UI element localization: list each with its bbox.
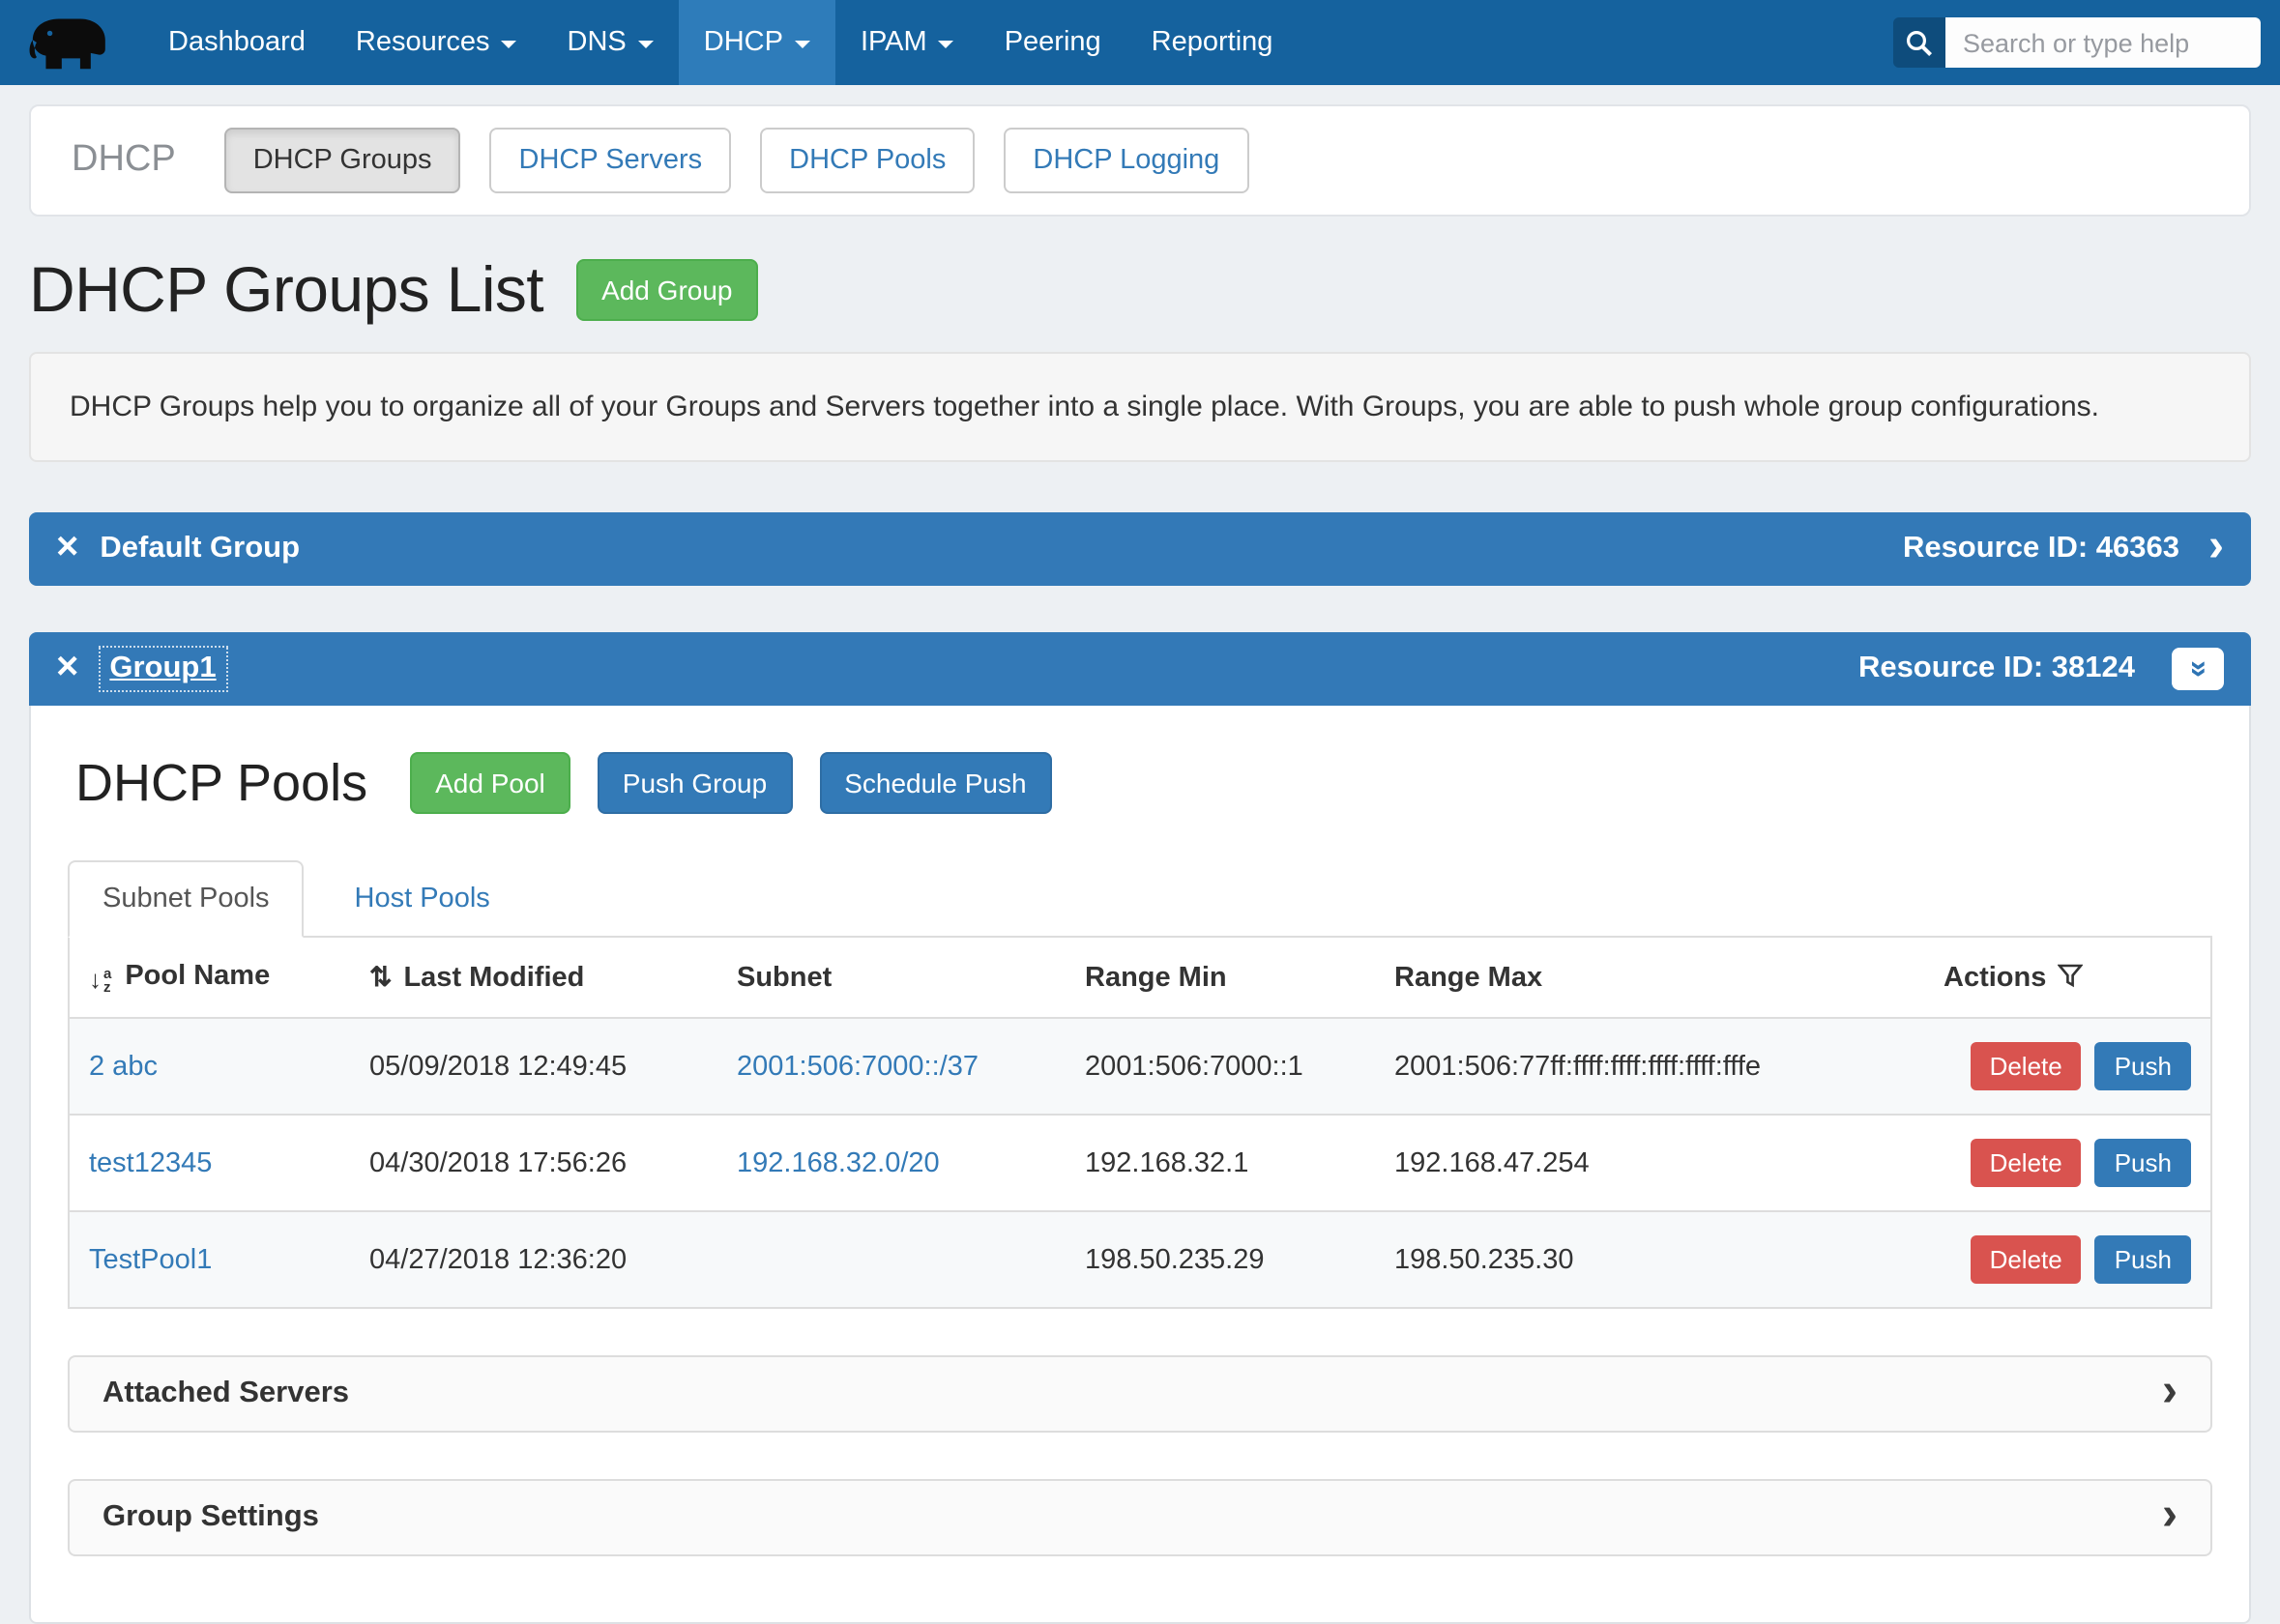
push-pool-button[interactable]: Push [2095, 1235, 2191, 1284]
caret-down-icon [795, 41, 810, 48]
nav-label: Peering [1005, 27, 1101, 58]
page-title: DHCP Groups List [29, 253, 543, 327]
delete-pool-button[interactable]: Delete [1971, 1235, 2082, 1284]
page-description: DHCP Groups help you to organize all of … [29, 352, 2251, 462]
caret-down-icon [502, 41, 517, 48]
resource-id-label: Resource ID: 38124 [1858, 652, 2135, 686]
search-icon [1905, 28, 1934, 57]
group-name-link[interactable]: Group1 [100, 648, 225, 690]
remove-group-icon[interactable]: × [56, 648, 78, 686]
group-header-default-group[interactable]: × Default Group Resource ID: 46363 › [29, 512, 2251, 586]
push-pool-button[interactable]: Push [2095, 1139, 2191, 1187]
collapse-group-button[interactable]: » [2172, 648, 2224, 690]
group-container-group1: × Group1 Resource ID: 38124 » DHCP Pools… [29, 632, 2251, 1624]
range-max-cell: 2001:506:77ff:ffff:ffff:ffff:ffff:fffe [1375, 1018, 1924, 1115]
tab-dhcp-pools[interactable]: DHCP Pools [760, 128, 975, 193]
breadcrumb-title: DHCP [72, 139, 176, 182]
group-header-group1[interactable]: × Group1 Resource ID: 38124 » [29, 632, 2251, 706]
caret-down-icon [939, 41, 954, 48]
push-group-button[interactable]: Push Group [598, 752, 792, 814]
delete-pool-button[interactable]: Delete [1971, 1139, 2082, 1187]
elephant-logo-icon [27, 14, 112, 72]
pool-name-link[interactable]: TestPool1 [89, 1244, 212, 1275]
tab-dhcp-groups[interactable]: DHCP Groups [224, 128, 461, 193]
table-header-row: ↓azPool Name ⇅Last Modified Subnet Range… [70, 938, 2210, 1018]
nav-label: IPAM [861, 27, 927, 58]
remove-group-icon[interactable]: × [56, 528, 78, 566]
nav-item-reporting[interactable]: Reporting [1126, 0, 1299, 85]
group1-panel: DHCP Pools Add Pool Push Group Schedule … [29, 706, 2251, 1624]
col-header-range-max[interactable]: Range Max [1375, 938, 1924, 1018]
last-modified-cell: 04/30/2018 17:56:26 [350, 1115, 717, 1211]
page-title-row: DHCP Groups List Add Group [29, 253, 2251, 327]
resource-id-label: Resource ID: 46363 [1903, 532, 2179, 566]
subnet-link[interactable]: 192.168.32.0/20 [737, 1147, 940, 1178]
chevron-right-icon: › [2162, 1492, 2178, 1538]
caret-down-icon [638, 41, 654, 48]
nav-label: DHCP [704, 27, 783, 58]
search-area [1893, 0, 2261, 85]
dhcp-subnav-card: DHCP DHCP Groups DHCP Servers DHCP Pools… [29, 104, 2251, 217]
attached-servers-section[interactable]: Attached Servers › [68, 1355, 2212, 1433]
nav-item-dhcp[interactable]: DHCP [679, 0, 835, 85]
sort-alpha-asc-icon: ↓az [89, 965, 111, 994]
sort-icon: ⇅ [369, 961, 392, 992]
nav-item-peering[interactable]: Peering [979, 0, 1126, 85]
last-modified-cell: 04/27/2018 12:36:20 [350, 1211, 717, 1307]
section-label: Attached Servers [102, 1377, 349, 1411]
section-label: Group Settings [102, 1500, 319, 1535]
add-pool-button[interactable]: Add Pool [410, 752, 570, 814]
subnet-link[interactable]: 2001:506:7000::/37 [737, 1051, 979, 1082]
pool-row: 2 abc 05/09/2018 12:49:45 2001:506:7000:… [70, 1018, 2210, 1115]
chevron-right-icon: › [2162, 1368, 2178, 1414]
push-pool-button[interactable]: Push [2095, 1042, 2191, 1090]
tab-dhcp-logging[interactable]: DHCP Logging [1004, 128, 1248, 193]
chevron-double-down-icon: » [2182, 660, 2213, 678]
filter-icon [2058, 962, 2083, 987]
pool-name-link[interactable]: test12345 [89, 1147, 212, 1178]
tab-dhcp-servers[interactable]: DHCP Servers [490, 128, 732, 193]
top-navbar: Dashboard Resources DNS DHCP IPAM Peerin… [0, 0, 2280, 85]
tab-host-pools[interactable]: Host Pools [322, 862, 523, 936]
col-header-actions[interactable]: Actions [1924, 938, 2210, 1018]
col-header-range-min[interactable]: Range Min [1066, 938, 1375, 1018]
search-button[interactable] [1893, 17, 1945, 68]
nav-label: DNS [568, 27, 627, 58]
nav-item-resources[interactable]: Resources [331, 0, 542, 85]
nav-item-ipam[interactable]: IPAM [835, 0, 979, 85]
nav-label: Resources [356, 27, 490, 58]
col-header-subnet[interactable]: Subnet [717, 938, 1066, 1018]
search-input[interactable] [1945, 17, 2261, 68]
nav-item-dns[interactable]: DNS [542, 0, 679, 85]
dhcp-pools-title: DHCP Pools [75, 753, 367, 813]
delete-pool-button[interactable]: Delete [1971, 1042, 2082, 1090]
col-header-pool-name[interactable]: ↓azPool Name [70, 938, 350, 1018]
group-settings-section[interactable]: Group Settings › [68, 1479, 2212, 1556]
pool-name-link[interactable]: 2 abc [89, 1051, 158, 1082]
brand-logo[interactable] [15, 0, 143, 85]
main-nav: Dashboard Resources DNS DHCP IPAM Peerin… [143, 0, 1298, 85]
last-modified-cell: 05/09/2018 12:49:45 [350, 1018, 717, 1115]
range-max-cell: 198.50.235.30 [1375, 1211, 1924, 1307]
dhcp-pools-header: DHCP Pools Add Pool Push Group Schedule … [75, 752, 2205, 814]
tab-subnet-pools[interactable]: Subnet Pools [68, 860, 305, 938]
col-header-last-modified[interactable]: ⇅Last Modified [350, 938, 717, 1018]
range-min-cell: 198.50.235.29 [1066, 1211, 1375, 1307]
nav-label: Reporting [1152, 27, 1273, 58]
pool-row: test12345 04/30/2018 17:56:26 192.168.32… [70, 1115, 2210, 1211]
pool-row: TestPool1 04/27/2018 12:36:20 198.50.235… [70, 1211, 2210, 1307]
group-name[interactable]: Default Group [100, 532, 300, 566]
pool-tabs: Subnet Pools Host Pools [68, 860, 2212, 938]
subnet-pools-table: ↓azPool Name ⇅Last Modified Subnet Range… [68, 938, 2212, 1309]
range-min-cell: 2001:506:7000::1 [1066, 1018, 1375, 1115]
range-min-cell: 192.168.32.1 [1066, 1115, 1375, 1211]
range-max-cell: 192.168.47.254 [1375, 1115, 1924, 1211]
chevron-right-icon[interactable]: › [2208, 523, 2224, 569]
nav-label: Dashboard [168, 27, 306, 58]
schedule-push-button[interactable]: Schedule Push [819, 752, 1051, 814]
add-group-button[interactable]: Add Group [576, 259, 757, 321]
nav-item-dashboard[interactable]: Dashboard [143, 0, 331, 85]
